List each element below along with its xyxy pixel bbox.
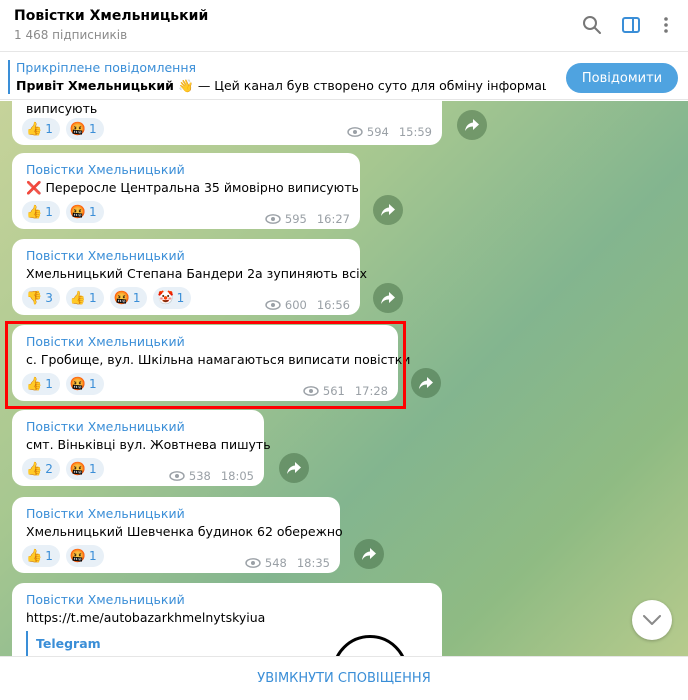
share-icon [362, 548, 376, 560]
pinned-indicator [8, 60, 10, 94]
reaction-chip[interactable]: 🤬 1 [109, 287, 148, 309]
message-author[interactable]: Повістки Хмельницький [26, 419, 185, 434]
link-preview-bar [26, 631, 28, 656]
share-icon [381, 292, 395, 304]
message-bubble[interactable]: виписують 👍 1 🤬 1 594 15:59 [12, 101, 442, 145]
views-icon [347, 127, 363, 137]
message-author[interactable]: Повістки Хмельницький [26, 506, 185, 521]
share-icon [419, 377, 433, 389]
scroll-down-button[interactable] [632, 600, 672, 640]
search-icon[interactable] [581, 14, 603, 36]
report-button[interactable]: Повідомити [566, 63, 678, 93]
link-preview-title[interactable]: Telegram [36, 636, 101, 651]
reaction-chip[interactable]: 🤬 1 [65, 545, 104, 567]
reaction-chip[interactable]: 👍 1 [22, 118, 60, 140]
message-meta: 600 16:56 [265, 298, 350, 312]
reaction-chip[interactable]: 👍 1 [22, 201, 60, 223]
reaction-chip[interactable]: 👍 1 [65, 287, 104, 309]
message-bubble[interactable]: Повістки Хмельницький смт. Віньківці вул… [12, 410, 271, 486]
message-bubble[interactable]: Повістки Хмельницький https://t.me/autob… [12, 583, 442, 656]
chevron-down-icon [643, 615, 661, 625]
reactions: 👎 3 👍 1 🤬 1 🤡 1 [22, 287, 192, 309]
message-author[interactable]: Повістки Хмельницький [26, 592, 185, 607]
highlight-box [5, 321, 406, 409]
reaction-chip[interactable]: 🤬 1 [65, 118, 104, 140]
reaction-chip[interactable]: 👍 2 [22, 458, 60, 480]
reactions: 👍 1 🤬 1 [22, 545, 104, 567]
message-meta: 594 15:59 [347, 125, 432, 139]
more-options-icon[interactable] [655, 14, 677, 36]
reaction-chip[interactable]: 👍 1 [22, 545, 60, 567]
message-meta: 595 16:27 [265, 212, 350, 226]
views-icon [265, 214, 281, 224]
pinned-label: Прикріплене повідомлення [16, 60, 197, 75]
reaction-chip[interactable]: 🤬 1 [65, 458, 104, 480]
chat-header[interactable]: Повістки Хмельницький 1 468 підписників [0, 0, 688, 52]
forward-button[interactable] [373, 283, 403, 313]
views-icon [169, 471, 185, 481]
subscriber-count: 1 468 підписників [14, 28, 128, 42]
forward-button[interactable] [373, 195, 403, 225]
link-preview-logo [332, 635, 408, 656]
message-meta: 548 18:35 [245, 556, 330, 570]
message-author[interactable]: Повістки Хмельницький [26, 248, 185, 263]
channel-title[interactable]: Повістки Хмельницький [14, 8, 208, 24]
views-icon [265, 300, 281, 310]
pinned-text: Привіт Хмельницький 👋 — Цей канал був ст… [16, 78, 546, 93]
reaction-chip[interactable]: 🤡 1 [153, 287, 192, 309]
message-text: Хмельницький Шевченка будинок 62 обережн… [26, 524, 343, 539]
sidebar-toggle-icon[interactable] [620, 14, 642, 36]
share-icon [381, 204, 395, 216]
reactions: 👍 2 🤬 1 [22, 458, 104, 480]
message-meta: 538 18:05 [169, 469, 254, 483]
message-text: смт. Віньківці вул. Жовтнева пишуть [26, 437, 271, 452]
message-text: ❌ Переросле Центральна 35 ймовірно випис… [26, 180, 359, 195]
forward-button[interactable] [411, 368, 441, 398]
views-icon [245, 558, 261, 568]
reaction-chip[interactable]: 👎 3 [22, 287, 60, 309]
message-bubble[interactable]: Повістки Хмельницький ❌ Переросле Центра… [12, 153, 360, 229]
message-text: виписують [26, 101, 98, 116]
forward-button[interactable] [457, 110, 487, 140]
message-author[interactable]: Повістки Хмельницький [26, 162, 185, 177]
reaction-chip[interactable]: 🤬 1 [65, 201, 104, 223]
message-text: Хмельницький Степана Бандери 2а зупиняют… [26, 266, 367, 281]
share-icon [465, 119, 479, 131]
share-icon [287, 462, 301, 474]
reactions: 👍 1 🤬 1 [22, 118, 104, 140]
forward-button[interactable] [279, 453, 309, 483]
forward-button[interactable] [354, 539, 384, 569]
message-bubble[interactable]: Повістки Хмельницький Хмельницький Степа… [12, 239, 367, 315]
reactions: 👍 1 🤬 1 [22, 201, 104, 223]
unmute-button[interactable]: УВІМКНУТИ СПОВІЩЕННЯ [0, 656, 688, 700]
message-bubble[interactable]: Повістки Хмельницький Хмельницький Шевче… [12, 497, 343, 573]
message-link[interactable]: https://t.me/autobazarkhmelnytskyiua [26, 610, 265, 625]
